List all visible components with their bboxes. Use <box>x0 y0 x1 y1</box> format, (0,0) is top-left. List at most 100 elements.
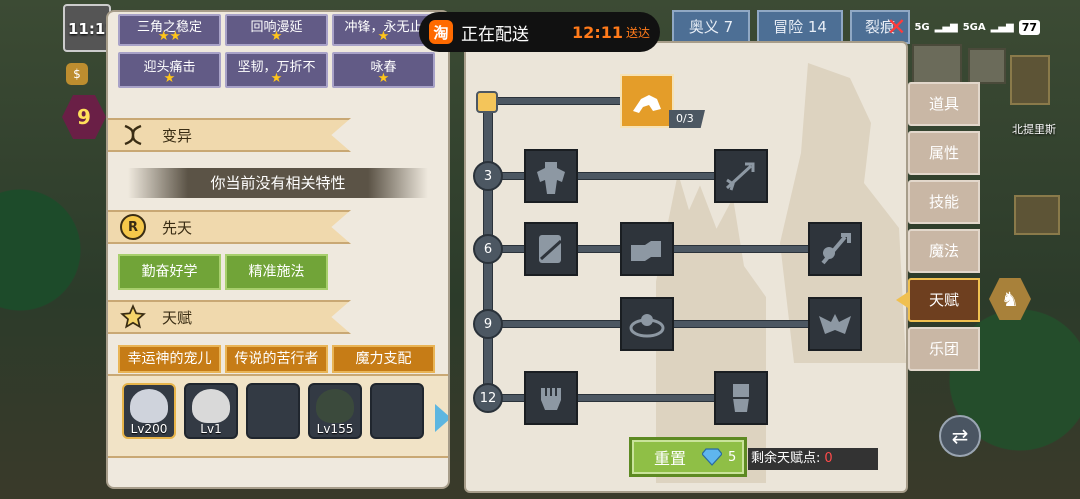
party-bar: Lv200 Lv1 Lv155 <box>108 374 448 458</box>
fist-palm-icon <box>631 241 661 261</box>
tier-node-6: 6 <box>473 234 503 264</box>
delivery-eta: 12:11 <box>572 22 623 42</box>
skill-tile[interactable]: 三角之稳定 ★★ <box>118 14 221 46</box>
delivery-eta-suffix: 送达 <box>625 25 650 40</box>
skill-stars-icon: ★★ <box>157 29 182 44</box>
system-status-icons: ✕ 5G ▂▄▆ 5GA ▂▄▆ 77 <box>883 14 1040 40</box>
muscle-body-icon <box>537 162 565 194</box>
character-traits-panel: 三角之稳定 ★★ 回响漫延 ★ 冲锋，永无止 ★ 迎头痛击 ★ 坚韧，万折不 ★ 咏春 ★ 变异 你当… <box>108 12 448 487</box>
innate-label: 先天 <box>162 218 193 237</box>
tree-branch-root <box>490 97 622 105</box>
skill-stars-icon: ★ <box>163 71 176 86</box>
mutation-label: 变异 <box>162 126 193 145</box>
no-mutation-text: 你当前没有相关特性 <box>128 168 428 198</box>
innate-header: R 先天 <box>108 210 351 244</box>
party-level: Lv200 <box>130 422 168 436</box>
dna-icon <box>120 122 146 148</box>
talent-gauntlet[interactable] <box>714 371 768 425</box>
side-tab-band[interactable]: 乐团 <box>908 327 980 371</box>
talent-card-slash[interactable] <box>524 222 578 276</box>
party-slot[interactable] <box>246 383 300 439</box>
talent-vortex[interactable] <box>620 297 674 351</box>
innate-trait-1[interactable]: 勤奋好学 <box>118 254 221 290</box>
inn-icon[interactable] <box>1014 195 1060 235</box>
party-portrait-icon <box>192 389 230 423</box>
talent-fist-palm[interactable] <box>620 222 674 276</box>
talent-trait-3[interactable]: 魔力支配 <box>332 345 435 373</box>
party-level: Lv155 <box>316 422 354 436</box>
talent-arm-wrestle[interactable] <box>620 74 674 128</box>
network-5g: 5G <box>914 21 930 33</box>
remaining-value: 0 <box>824 451 833 466</box>
side-tab-talent[interactable]: 天赋 <box>896 278 980 322</box>
party-slot[interactable] <box>370 383 424 439</box>
gauntlet-icon <box>733 384 749 412</box>
arm-wrestle-icon <box>633 95 661 113</box>
talent-root-count: 0/3 <box>669 110 705 128</box>
coin-icon: $ <box>66 63 88 85</box>
delivery-notification[interactable]: 淘 正在配送 12:11 送达 <box>419 12 660 52</box>
tab-arcana[interactable]: 奥义 7 <box>672 10 750 44</box>
side-tab-skills[interactable]: 技能 <box>908 180 980 224</box>
party-portrait-icon <box>130 389 168 423</box>
mute-icon: ✕ <box>886 13 907 41</box>
arrow-icon <box>725 162 755 191</box>
side-tab-magic[interactable]: 魔法 <box>908 229 980 273</box>
talent-header: 天赋 <box>108 300 351 334</box>
star-outline-icon <box>120 304 146 330</box>
signal-icon: ▂▄▆ <box>990 21 1014 33</box>
town-label: 北提里斯 <box>1012 123 1056 136</box>
map-building <box>968 48 1006 84</box>
side-tab-items[interactable]: 道具 <box>908 82 980 126</box>
card-slash-icon <box>539 235 563 263</box>
party-slot[interactable]: Lv200 <box>122 383 176 439</box>
reset-label: 重置 <box>654 449 687 468</box>
town-icon[interactable] <box>1010 55 1050 105</box>
skill-tile[interactable]: 回响漫延 ★ <box>225 14 328 46</box>
skill-tile[interactable]: 迎头痛击 ★ <box>118 52 221 88</box>
innate-icon: R <box>120 214 146 240</box>
talent-fist[interactable] <box>524 371 578 425</box>
party-slot[interactable]: Lv1 <box>184 383 238 439</box>
taobao-logo-icon: 淘 <box>429 20 453 44</box>
tier-node-3: 3 <box>473 161 503 191</box>
talent-trait-2[interactable]: 传说的苦行者 <box>225 345 328 373</box>
vortex-icon <box>629 314 665 338</box>
skill-grid: 三角之稳定 ★★ 回响漫延 ★ 冲锋，永无止 ★ 迎头痛击 ★ 坚韧，万折不 ★ 咏春 ★ <box>118 14 436 88</box>
party-next-arrow-icon[interactable] <box>435 404 448 432</box>
skill-tile[interactable]: 咏春 ★ <box>332 52 435 88</box>
talent-sword-burst[interactable] <box>808 222 862 276</box>
skill-tile[interactable]: 坚韧，万折不 ★ <box>225 52 328 88</box>
party-portrait-icon <box>316 389 354 423</box>
skill-stars-icon: ★ <box>270 29 283 44</box>
party-slot[interactable]: Lv155 <box>308 383 362 439</box>
map-building <box>912 44 962 84</box>
tier-node-12: 12 <box>473 383 503 413</box>
remaining-label: 剩余天赋点: <box>751 451 821 466</box>
tree-root-node <box>476 91 498 113</box>
talent-muscle[interactable] <box>524 149 578 203</box>
reset-talents-button[interactable]: 重置 5 <box>629 437 747 477</box>
talent-label: 天赋 <box>162 308 193 327</box>
mutation-header: 变异 <box>108 118 351 152</box>
talent-trait-1[interactable]: 幸运神的宠儿 <box>118 345 221 373</box>
fist-icon <box>541 388 561 410</box>
network-5ga: 5GA <box>962 21 986 33</box>
tier-node-9: 9 <box>473 309 503 339</box>
talent-arrow[interactable] <box>714 149 768 203</box>
sword-burst-icon <box>821 233 851 265</box>
remaining-talent-points: 剩余天赋点: 0 <box>748 448 878 470</box>
skill-stars-icon: ★ <box>270 71 283 86</box>
battery-indicator: 77 <box>1018 19 1040 35</box>
reset-cost: 5 <box>728 449 737 465</box>
skill-stars-icon: ★ <box>377 71 390 86</box>
talent-demon[interactable] <box>808 297 862 351</box>
signal-icon: ▂▄▆ <box>934 21 958 33</box>
demon-wings-icon <box>819 314 851 334</box>
innate-trait-2[interactable]: 精准施法 <box>225 254 328 290</box>
gem-icon <box>702 448 723 466</box>
side-tab-attributes[interactable]: 属性 <box>908 131 980 175</box>
tab-adventure[interactable]: 冒险 14 <box>757 10 843 44</box>
swap-button[interactable]: ⇄ <box>939 415 981 457</box>
delivery-status: 正在配送 <box>461 24 529 45</box>
